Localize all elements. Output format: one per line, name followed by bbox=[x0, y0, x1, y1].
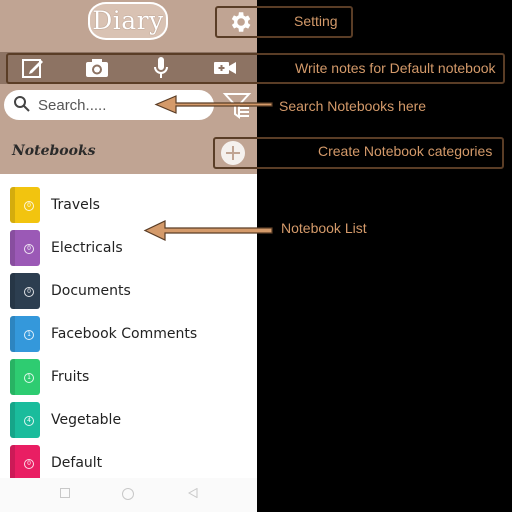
search-box bbox=[4, 90, 214, 120]
notebook-icon: 0 bbox=[10, 230, 40, 266]
search-icon bbox=[14, 96, 30, 112]
back-icon[interactable] bbox=[188, 488, 198, 498]
search-input[interactable] bbox=[38, 93, 203, 117]
filter-icon[interactable] bbox=[222, 91, 252, 121]
list-item[interactable]: 0 Travels bbox=[0, 186, 257, 228]
notebook-icon: 0 bbox=[10, 445, 40, 481]
annotation-notebook-list: Notebook List bbox=[281, 220, 367, 236]
annotation-setting: Setting bbox=[294, 13, 338, 29]
notebook-icon: 0 bbox=[10, 273, 40, 309]
home-icon[interactable] bbox=[122, 488, 134, 500]
notebooks-heading: Notebooks bbox=[12, 143, 96, 159]
list-item[interactable]: 4 Vegetable bbox=[0, 401, 257, 443]
notebook-label: Facebook Comments bbox=[51, 326, 198, 342]
annotation-search: Search Notebooks here bbox=[279, 98, 427, 114]
list-item[interactable]: 0 Electricals bbox=[0, 229, 257, 271]
notebook-icon: 0 bbox=[10, 187, 40, 223]
annotation-write-notes: Write notes for Default notebook bbox=[295, 60, 496, 76]
list-item[interactable]: 0 Documents bbox=[0, 272, 257, 314]
notebook-icon: 1 bbox=[10, 316, 40, 352]
recents-icon[interactable] bbox=[60, 488, 70, 498]
system-nav-bar bbox=[0, 478, 257, 512]
annotation-create-categories: Create Notebook categories bbox=[318, 143, 493, 159]
notebook-label: Electricals bbox=[51, 240, 123, 256]
notebook-icon: 4 bbox=[10, 402, 40, 438]
notebook-label: Vegetable bbox=[51, 412, 122, 428]
notebook-icon: 1 bbox=[10, 359, 40, 395]
list-item[interactable]: 1 Facebook Comments bbox=[0, 315, 257, 357]
notebook-label: Documents bbox=[51, 283, 131, 299]
list-item[interactable]: 1 Fruits bbox=[0, 358, 257, 400]
notebook-label: Fruits bbox=[51, 369, 90, 385]
notebook-label: Default bbox=[51, 455, 103, 471]
notebook-label: Travels bbox=[51, 197, 100, 213]
app-logo: Diary bbox=[88, 2, 168, 40]
